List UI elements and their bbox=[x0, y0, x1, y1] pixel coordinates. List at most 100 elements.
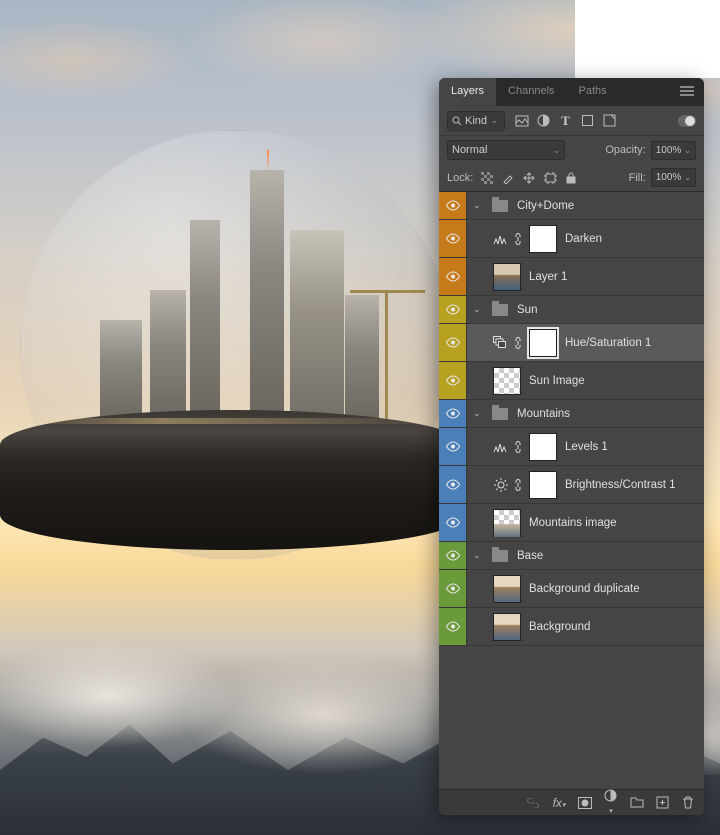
eye-icon bbox=[445, 271, 461, 282]
opacity-input[interactable]: 100%⌄ bbox=[651, 141, 696, 160]
visibility-toggle[interactable] bbox=[439, 428, 467, 465]
fill-input[interactable]: 100%⌄ bbox=[651, 168, 696, 187]
layers-list: ⌄ City+Dome Darken Layer 1 ⌄ Sun Hue/Satur… bbox=[439, 192, 704, 789]
disclosure-toggle[interactable]: ⌄ bbox=[473, 200, 485, 211]
disclosure-toggle[interactable]: ⌄ bbox=[473, 304, 485, 315]
tab-paths[interactable]: Paths bbox=[567, 78, 619, 106]
layer-item[interactable]: Hue/Saturation 1 bbox=[439, 324, 704, 362]
tab-channels[interactable]: Channels bbox=[496, 78, 566, 106]
filter-type-select[interactable]: Kind ⌄ bbox=[447, 111, 505, 131]
eye-icon bbox=[445, 408, 461, 419]
eye-icon bbox=[445, 479, 461, 490]
layer-name[interactable]: Background duplicate bbox=[529, 583, 640, 595]
lock-all-icon[interactable] bbox=[564, 171, 578, 185]
layer-name[interactable]: Background bbox=[529, 621, 590, 633]
blend-mode-value: Normal bbox=[452, 144, 487, 156]
layer-mask-thumbnail[interactable] bbox=[529, 471, 557, 499]
layer-name[interactable]: Hue/Saturation 1 bbox=[565, 337, 651, 349]
layer-item[interactable]: Layer 1 bbox=[439, 258, 704, 296]
layer-group[interactable]: ⌄ Mountains bbox=[439, 400, 704, 428]
filter-smartobject-icon[interactable] bbox=[602, 113, 617, 128]
new-group-button[interactable] bbox=[630, 797, 644, 808]
layer-name[interactable]: Mountains image bbox=[529, 517, 617, 529]
layer-name[interactable]: Mountains bbox=[517, 408, 570, 420]
eye-icon bbox=[445, 375, 461, 386]
layer-mask-thumbnail[interactable] bbox=[529, 225, 557, 253]
layer-mask-thumbnail[interactable] bbox=[529, 329, 557, 357]
folder-icon bbox=[492, 304, 508, 316]
visibility-toggle[interactable] bbox=[439, 296, 467, 323]
opacity-label: Opacity: bbox=[605, 144, 645, 156]
filter-adjustment-icon[interactable] bbox=[536, 113, 551, 128]
layer-thumbnail[interactable] bbox=[493, 509, 521, 537]
layer-name[interactable]: Levels 1 bbox=[565, 441, 608, 453]
layer-item[interactable]: Brightness/Contrast 1 bbox=[439, 466, 704, 504]
visibility-toggle[interactable] bbox=[439, 466, 467, 503]
new-adjustment-button[interactable]: ▾ bbox=[604, 789, 618, 815]
lock-transparency-icon[interactable] bbox=[480, 171, 494, 185]
layer-group[interactable]: ⌄ City+Dome bbox=[439, 192, 704, 220]
visibility-toggle[interactable] bbox=[439, 504, 467, 541]
add-mask-button[interactable] bbox=[578, 797, 592, 809]
visibility-toggle[interactable] bbox=[439, 400, 467, 427]
visibility-toggle[interactable] bbox=[439, 362, 467, 399]
layer-item[interactable]: Levels 1 bbox=[439, 428, 704, 466]
disclosure-toggle[interactable]: ⌄ bbox=[473, 550, 485, 561]
visibility-toggle[interactable] bbox=[439, 542, 467, 569]
filter-pixel-icon[interactable] bbox=[514, 113, 529, 128]
levels-icon bbox=[491, 230, 511, 248]
folder-icon bbox=[492, 408, 508, 420]
layer-name[interactable]: Layer 1 bbox=[529, 271, 567, 283]
layer-thumbnail[interactable] bbox=[493, 367, 521, 395]
filter-shape-icon[interactable] bbox=[580, 113, 595, 128]
layer-group[interactable]: ⌄ Base bbox=[439, 542, 704, 570]
visibility-toggle[interactable] bbox=[439, 608, 467, 645]
eye-icon bbox=[445, 550, 461, 561]
levels-icon bbox=[491, 438, 511, 456]
layer-item[interactable]: Background duplicate bbox=[439, 570, 704, 608]
fill-label: Fill: bbox=[629, 172, 646, 184]
visibility-toggle[interactable] bbox=[439, 324, 467, 361]
new-layer-button[interactable] bbox=[656, 796, 670, 809]
huesat-icon bbox=[491, 334, 511, 352]
layer-group[interactable]: ⌄ Sun bbox=[439, 296, 704, 324]
layer-item[interactable]: Darken bbox=[439, 220, 704, 258]
visibility-toggle[interactable] bbox=[439, 220, 467, 257]
filter-type-icon[interactable]: T bbox=[558, 113, 573, 128]
layer-item[interactable]: Background bbox=[439, 608, 704, 646]
layer-thumbnail[interactable] bbox=[493, 575, 521, 603]
visibility-toggle[interactable] bbox=[439, 258, 467, 295]
eye-icon bbox=[445, 441, 461, 452]
panel-menu-button[interactable] bbox=[670, 78, 704, 106]
layer-thumbnail[interactable] bbox=[493, 263, 521, 291]
filter-row: Kind ⌄ T bbox=[439, 106, 704, 136]
layer-thumbnail[interactable] bbox=[493, 613, 521, 641]
blend-mode-select[interactable]: Normal ⌄ bbox=[447, 140, 565, 160]
page-background bbox=[575, 0, 720, 78]
lock-pixels-icon[interactable] bbox=[501, 171, 515, 185]
layers-panel: Layers Channels Paths Kind ⌄ T Normal ⌄ … bbox=[439, 78, 704, 815]
layer-name[interactable]: Sun Image bbox=[529, 375, 585, 387]
delete-layer-button[interactable] bbox=[682, 796, 696, 809]
layer-name[interactable]: Sun bbox=[517, 304, 537, 316]
layer-fx-button[interactable]: fx▾ bbox=[552, 796, 566, 810]
layer-name[interactable]: Brightness/Contrast 1 bbox=[565, 479, 676, 491]
layer-item[interactable]: Mountains image bbox=[439, 504, 704, 542]
visibility-toggle[interactable] bbox=[439, 570, 467, 607]
layer-name[interactable]: Base bbox=[517, 550, 543, 562]
layer-mask-thumbnail[interactable] bbox=[529, 433, 557, 461]
lock-position-icon[interactable] bbox=[522, 171, 536, 185]
layer-name[interactable]: City+Dome bbox=[517, 200, 574, 212]
filter-toggle[interactable] bbox=[678, 115, 696, 127]
folder-icon bbox=[492, 200, 508, 212]
disclosure-toggle[interactable]: ⌄ bbox=[473, 408, 485, 419]
tab-layers[interactable]: Layers bbox=[439, 78, 496, 106]
visibility-toggle[interactable] bbox=[439, 192, 467, 219]
chevron-down-icon: ⌄ bbox=[491, 116, 498, 125]
link-layers-button[interactable] bbox=[526, 798, 540, 808]
layer-item[interactable]: Sun Image bbox=[439, 362, 704, 400]
eye-icon bbox=[445, 233, 461, 244]
eye-icon bbox=[445, 200, 461, 211]
layer-name[interactable]: Darken bbox=[565, 233, 602, 245]
lock-artboard-icon[interactable] bbox=[543, 171, 557, 185]
